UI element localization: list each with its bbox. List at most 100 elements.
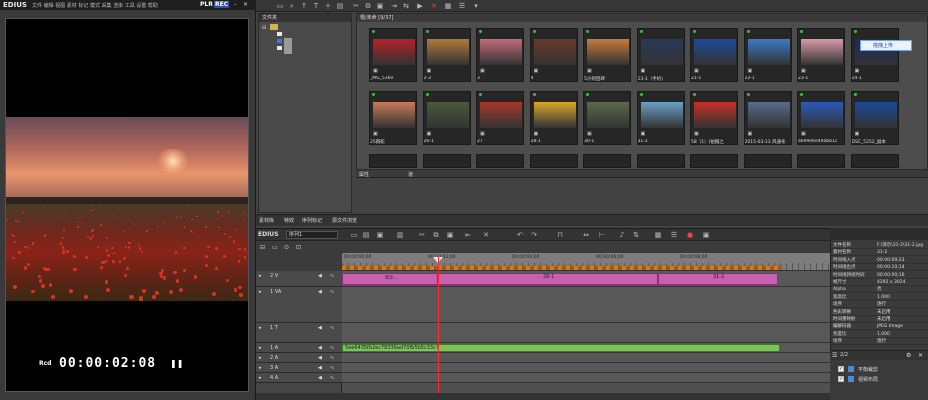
ripple-icon[interactable]: ⇤	[464, 231, 472, 239]
paste-icon[interactable]: ▣	[446, 231, 454, 239]
clip-thumbnail[interactable]: ▣ 27	[476, 91, 524, 145]
track-header[interactable]: ▸ 2 V ◀ ∿	[256, 271, 342, 287]
time-ruler[interactable]: 00:00:00;00 00:00:02;00 00:00:04;00 00:00:0…	[342, 253, 830, 271]
clip-thumbnail[interactable]	[476, 154, 524, 168]
add-clip-icon[interactable]: ＋	[324, 2, 332, 10]
speaker-icon[interactable]: ◀	[318, 325, 322, 331]
marker-checkbox[interactable]: ✓	[838, 366, 844, 372]
sync-icon[interactable]: ⇅	[632, 231, 640, 239]
clip-thumbnail[interactable]: ▣ 28-1	[529, 91, 578, 145]
subfolder-icon[interactable]	[277, 46, 282, 50]
waveform-icon[interactable]: ∿	[330, 289, 334, 295]
replace-icon[interactable]: ⇆	[402, 2, 410, 10]
clip-thumbnail[interactable]: ▣ DSC_5252_副本	[850, 91, 899, 145]
clip-thumbnail[interactable]: ▣ 5沙则团碑	[583, 28, 631, 82]
clip-thumbnail[interactable]: ▣ _MG_5360	[369, 28, 417, 82]
ripple-mode-icon[interactable]: ⇔	[582, 231, 590, 239]
track-header[interactable]: ▸ 4 A ◀ ∿	[256, 373, 342, 383]
track-lane[interactable]: 5ee6435fb2ec78336ad70fb5b5c33c7	[342, 343, 830, 353]
marker-checkbox[interactable]: ✓	[838, 376, 844, 382]
waveform-icon[interactable]: ∿	[330, 325, 334, 331]
rec-mode-button[interactable]: REC	[214, 1, 230, 8]
recorder-monitor[interactable]: Rcd 00:00:02:08 ❚❚	[5, 18, 249, 392]
lock-icon[interactable]: ▭	[272, 244, 278, 251]
open-icon[interactable]: ▤	[336, 2, 344, 10]
waveform-icon[interactable]: ∿	[330, 273, 334, 279]
clip-thumbnail[interactable]: ▣ a699e6e49ab61c	[797, 91, 845, 145]
speaker-icon[interactable]: ◀	[318, 355, 322, 361]
clip-thumbnail[interactable]: ▣ 58（1）(拍摄之	[690, 91, 738, 145]
clip-thumbnail[interactable]: ▣ 30-1	[583, 91, 631, 145]
set-mark-icon[interactable]: ⊢	[598, 231, 606, 239]
record-icon[interactable]: ●	[686, 231, 694, 239]
save-as-icon[interactable]: ▥	[396, 231, 404, 239]
clip-thumbnail[interactable]	[529, 154, 578, 168]
save-icon[interactable]: ▣	[376, 231, 384, 239]
cut-icon[interactable]: ✂	[352, 2, 360, 10]
track-header[interactable]: ▸ 1 VA ◀ ∿	[256, 287, 342, 323]
track-lane[interactable]	[342, 373, 830, 383]
up-folder-icon[interactable]: ↑	[300, 2, 308, 10]
cut-icon[interactable]: ✂	[418, 231, 426, 239]
delete-icon[interactable]: ✕	[918, 352, 923, 359]
clip-thumbnail[interactable]: ▣ 13-1（手机）	[636, 28, 685, 82]
link-icon[interactable]: ⊙	[284, 244, 289, 251]
audio-clip[interactable]: 5ee6435fb2ec78336ad70fb5b5c33c7	[342, 344, 780, 352]
track-arrow-icon[interactable]: ▸	[259, 345, 262, 351]
waveform-icon[interactable]: ∿	[330, 365, 334, 371]
sync-lock-icon[interactable]: ⊡	[296, 244, 301, 251]
clip-thumbnail[interactable]	[422, 154, 471, 168]
speaker-icon[interactable]: ◀	[318, 273, 322, 279]
add-timeline-icon[interactable]: ⇥	[390, 2, 398, 10]
text-icon[interactable]: T	[312, 2, 320, 10]
copy-icon[interactable]: ⧉	[364, 2, 372, 10]
track-arrow-icon[interactable]: ▸	[259, 375, 262, 381]
redo-icon[interactable]: ↷	[530, 231, 538, 239]
clip-thumbnail[interactable]: ▣ 22-1	[743, 28, 792, 82]
track-header[interactable]: ▸ 1 T ◀ ∿	[256, 323, 342, 343]
clip-thumbnail[interactable]: ▣ 3	[476, 28, 524, 82]
grid-icon[interactable]: ▦	[654, 231, 662, 239]
speaker-icon[interactable]: ◀	[318, 345, 322, 351]
track-lane[interactable]	[342, 323, 830, 343]
tab-bin[interactable]: 素材库	[259, 217, 274, 224]
speaker-icon[interactable]: ◀	[318, 375, 322, 381]
clip-thumbnail[interactable]: ▣ 25跳蛇	[369, 91, 417, 145]
speaker-icon[interactable]: ◀	[318, 365, 322, 371]
open-project-icon[interactable]: ▤	[362, 231, 370, 239]
clip-thumbnail[interactable]: ▣ 2-3	[422, 28, 471, 82]
tab-effects[interactable]: 特效	[284, 217, 294, 224]
folder-icon[interactable]: ▭	[276, 2, 284, 10]
track-header[interactable]: ▸ 3 A ◀ ∿	[256, 363, 342, 373]
list-icon[interactable]: ☰	[832, 352, 837, 359]
waveform-icon[interactable]: ∿	[330, 375, 334, 381]
track-arrow-icon[interactable]: ▸	[259, 365, 262, 371]
plr-mode-button[interactable]: PLR	[200, 1, 213, 8]
minimize-icon[interactable]: –	[232, 1, 239, 8]
clip-thumbnail[interactable]: ▣ 4	[529, 28, 578, 82]
clip-thumbnail[interactable]	[850, 154, 899, 168]
clip-thumbnail[interactable]	[797, 154, 845, 168]
view-icon[interactable]: ☰	[458, 2, 466, 10]
tab-sequence-markers[interactable]: 序列标记	[302, 217, 322, 224]
list-icon[interactable]: ☰	[670, 231, 678, 239]
track-lane[interactable]	[342, 353, 830, 363]
properties-icon[interactable]: ▦	[444, 2, 452, 10]
subfolder-icon[interactable]	[277, 32, 282, 36]
close-icon[interactable]: ✕	[242, 1, 249, 8]
track-arrow-icon[interactable]: ▸	[259, 289, 262, 295]
track-panel-toggle-icon[interactable]: ⊟	[260, 244, 265, 251]
delete-icon[interactable]: ✕	[482, 231, 490, 239]
track-arrow-icon[interactable]: ▸	[259, 325, 262, 331]
timeline-scrollbar[interactable]	[256, 393, 830, 400]
copy-icon[interactable]: ⧉	[432, 231, 440, 239]
track-lane[interactable]	[342, 363, 830, 373]
clip-thumbnail[interactable]	[743, 154, 792, 168]
microphone-icon[interactable]: ♪	[618, 231, 626, 239]
display-mode-icon[interactable]: ▾	[472, 2, 480, 10]
delete-icon[interactable]: ✕	[430, 2, 438, 10]
sequence-selector[interactable]: 序列1	[286, 231, 338, 239]
new-project-icon[interactable]: ▭	[350, 231, 358, 239]
root-folder-icon[interactable]	[270, 24, 278, 30]
track-lane[interactable]	[342, 287, 830, 323]
